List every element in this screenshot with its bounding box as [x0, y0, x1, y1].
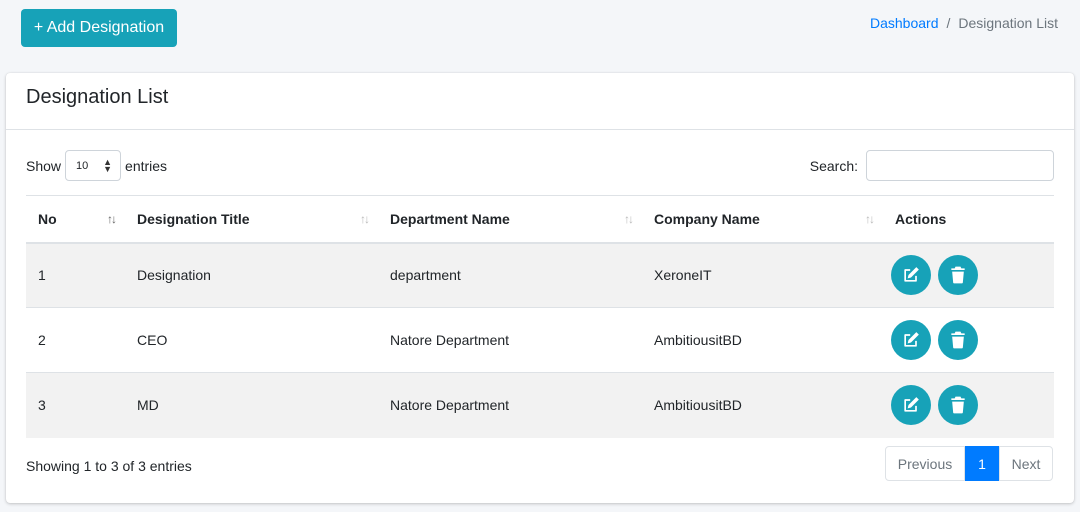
edit-icon: [904, 332, 919, 347]
page-title: Designation List: [26, 86, 169, 108]
entries-label: entries: [125, 157, 168, 174]
edit-icon: [904, 397, 919, 412]
edit-button[interactable]: [891, 320, 931, 360]
pagination-page-1[interactable]: 1: [965, 446, 999, 481]
trash-icon: [951, 266, 965, 284]
cell-actions: [883, 308, 1054, 373]
trash-icon: [951, 396, 965, 414]
delete-button[interactable]: [937, 385, 978, 426]
breadcrumb-separator: /: [946, 15, 951, 31]
cell-no: 3: [38, 397, 46, 414]
designation-table: No ↑↓ Designation Title ↑↓ Department Name…: [26, 195, 1054, 438]
cell-no: 1: [38, 267, 46, 284]
cell-company-name: AmbitiousitBD: [654, 332, 742, 348]
search-label: Search:: [809, 157, 858, 174]
table-row: 3 MD Natore Department AmbitiousitBD: [26, 372, 1054, 438]
table-header-row: No ↑↓ Designation Title ↑↓ Department Name…: [26, 195, 1054, 243]
add-designation-button[interactable]: + Add Designation: [21, 9, 177, 47]
search-control: Search:: [810, 150, 1054, 181]
table-row: 1 Designation department XeroneIT: [26, 242, 1054, 308]
cell-department-name: department: [390, 267, 461, 284]
search-input[interactable]: [866, 150, 1054, 181]
breadcrumb-dashboard-link[interactable]: Dashboard: [870, 15, 939, 31]
sort-icon: ↑↓: [107, 211, 117, 226]
select-arrows-icon: ▲ ▼: [103, 156, 113, 174]
column-header-actions: Actions: [895, 210, 947, 227]
column-header-department-name[interactable]: Department Name ↑↓: [378, 196, 642, 243]
edit-icon: [904, 267, 919, 282]
breadcrumb-current: Designation List: [958, 15, 1058, 31]
designation-card: Designation List Show 10 ▲ ▼ entries Sear…: [6, 73, 1074, 503]
cell-actions: [883, 373, 1054, 438]
cell-no: 2: [38, 332, 46, 348]
delete-button[interactable]: [937, 320, 978, 360]
edit-button[interactable]: [891, 255, 931, 296]
entries-select-value: 10: [76, 159, 89, 172]
cell-designation-title: MD: [137, 397, 159, 414]
cell-company-name: AmbitiousitBD: [654, 397, 742, 414]
cell-department-name: Natore Department: [390, 332, 510, 348]
card-header: Designation List: [6, 73, 1074, 130]
table-info: Showing 1 to 3 of 3 entries: [26, 458, 192, 474]
cell-actions: [883, 243, 1054, 308]
entries-select[interactable]: 10 ▲ ▼: [65, 150, 122, 181]
column-header-no[interactable]: No ↑↓: [26, 196, 125, 243]
show-label: Show: [26, 157, 62, 174]
column-header-designation-title[interactable]: Designation Title ↑↓: [125, 196, 378, 243]
pagination-next[interactable]: Next: [999, 446, 1053, 481]
sort-icon: ↑↓: [865, 211, 875, 226]
cell-company-name: XeroneIT: [654, 267, 712, 284]
cell-designation-title: Designation: [137, 267, 211, 284]
edit-button[interactable]: [891, 385, 931, 426]
cell-designation-title: CEO: [137, 332, 168, 348]
trash-icon: [951, 331, 965, 349]
cell-department-name: Natore Department: [390, 397, 510, 414]
column-header-company-name[interactable]: Company Name ↑↓: [642, 196, 883, 243]
pagination: Previous 1 Next: [885, 446, 1053, 481]
delete-button[interactable]: [937, 255, 978, 296]
sort-icon: ↑↓: [624, 211, 634, 226]
table-row: 2 CEO Natore Department AmbitiousitBD: [26, 307, 1054, 373]
breadcrumb: Dashboard / Designation List: [870, 15, 1058, 31]
entries-length-control: Show 10 ▲ ▼ entries: [26, 150, 167, 181]
sort-icon: ↑↓: [360, 211, 370, 226]
pagination-previous[interactable]: Previous: [885, 446, 965, 481]
